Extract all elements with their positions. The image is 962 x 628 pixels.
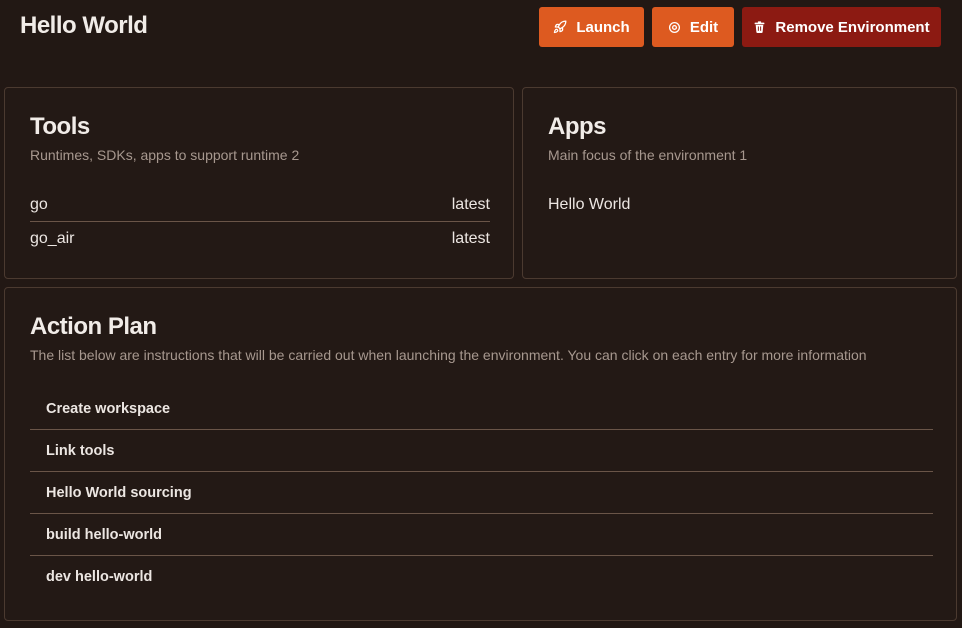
app-item-hello-world: Hello World: [548, 196, 631, 213]
action-plan-list: Create workspace Link tools Hello World …: [30, 388, 933, 598]
action-plan-subtitle: The list below are instructions that wil…: [30, 347, 867, 363]
tool-row-go-air: go_air latest: [30, 222, 490, 256]
trash-icon: [753, 20, 766, 34]
plan-item-dev-hello-world[interactable]: dev hello-world: [30, 556, 933, 598]
plan-item-create-workspace[interactable]: Create workspace: [30, 388, 933, 430]
tool-version: latest: [451, 230, 490, 247]
edit-button-label: Edit: [689, 18, 719, 36]
edit-button[interactable]: Edit: [652, 7, 734, 47]
tool-name: go_air: [30, 230, 75, 247]
plan-item-build-hello-world[interactable]: build hello-world: [30, 514, 933, 556]
tools-title: Tools: [30, 113, 90, 140]
tools-card: Tools Runtimes, SDKs, apps to support ru…: [4, 87, 514, 279]
apps-card: Apps Main focus of the environment 1 Hel…: [522, 87, 957, 279]
apps-title: Apps: [548, 113, 607, 140]
launch-button[interactable]: Launch: [539, 7, 644, 47]
remove-environment-button[interactable]: Remove Environment: [742, 7, 941, 47]
page-header: Hello World Launch Edit Remove Environme…: [0, 0, 962, 60]
launch-button-label: Launch: [576, 18, 630, 36]
tools-list: go latest go_air latest: [30, 188, 490, 256]
tool-version: latest: [451, 195, 490, 213]
tool-row-go: go latest: [30, 188, 490, 222]
apps-subtitle: Main focus of the environment 1: [548, 147, 748, 163]
apps-list: Hello World: [548, 188, 630, 222]
rocket-icon: [553, 20, 567, 34]
environment-page: Hello World Launch Edit Remove Environme…: [0, 0, 962, 628]
tool-name: go: [30, 195, 48, 213]
plan-item-hello-world-sourcing[interactable]: Hello World sourcing: [30, 472, 933, 514]
plan-item-link-tools[interactable]: Link tools: [30, 430, 933, 472]
tools-subtitle: Runtimes, SDKs, apps to support runtime …: [30, 147, 300, 163]
action-plan-card: Action Plan The list below are instructi…: [4, 287, 957, 621]
remove-environment-button-label: Remove Environment: [775, 18, 930, 36]
action-plan-title: Action Plan: [30, 313, 157, 340]
page-title: Hello World: [20, 12, 148, 39]
settings-icon: [668, 21, 681, 34]
